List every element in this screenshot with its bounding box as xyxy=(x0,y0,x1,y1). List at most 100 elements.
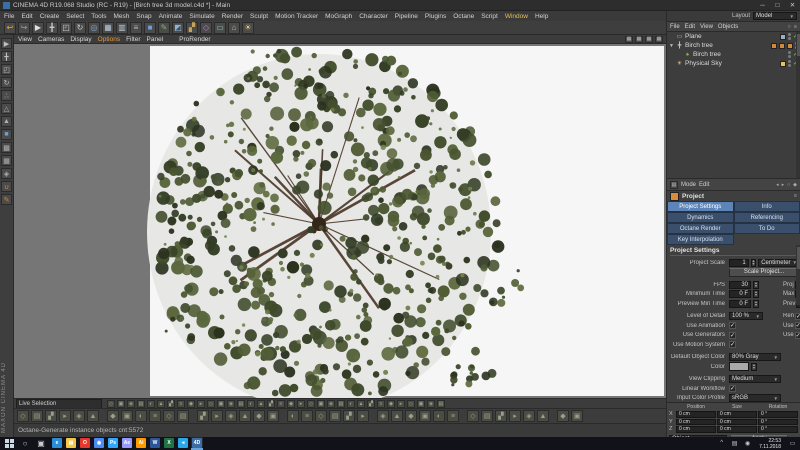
object-row-birch-tree[interactable]: ▼╋Birch tree xyxy=(667,41,800,50)
render-settings-icon[interactable]: ≡ xyxy=(130,22,142,34)
command-icon[interactable]: ◇ xyxy=(17,410,29,422)
menu-sculpt[interactable]: Sculpt xyxy=(250,13,268,20)
stepper-arrows[interactable]: ▲▼ xyxy=(751,259,756,267)
command-icon[interactable]: ▣ xyxy=(419,410,431,422)
viewport-menu-prorender[interactable]: ProRender xyxy=(179,36,210,43)
object-tag-icon[interactable] xyxy=(780,34,786,40)
tray-icon-2[interactable]: ◉ xyxy=(743,440,752,447)
array-icon[interactable]: ▞ xyxy=(186,22,198,34)
tray-icon-1[interactable]: ▤ xyxy=(730,440,739,447)
menu-edit[interactable]: Edit xyxy=(21,13,32,20)
mode-menu[interactable]: Mode xyxy=(681,182,696,188)
command-icon[interactable]: ▲ xyxy=(537,410,549,422)
command-icon[interactable]: ▤ xyxy=(481,410,493,422)
edges-mode-icon[interactable]: △ xyxy=(1,103,12,114)
taskbar-app-word[interactable]: W xyxy=(149,437,161,450)
four-views-icon[interactable]: ▦ xyxy=(635,36,643,43)
command-icon[interactable]: ▤ xyxy=(31,410,43,422)
command-icon[interactable]: ◈ xyxy=(225,410,237,422)
tab-to-do[interactable]: To Do xyxy=(734,223,800,234)
command-icon[interactable]: ≡ xyxy=(301,410,313,422)
command-icon[interactable]: ◐ xyxy=(287,410,299,422)
command-icon[interactable]: ≡ xyxy=(447,410,459,422)
object-row-physical-sky[interactable]: ☀Physical Sky✓ xyxy=(667,59,800,68)
palette-icon[interactable]: ▸ xyxy=(397,400,405,408)
command-icon[interactable]: ▲ xyxy=(391,410,403,422)
menu-plugins[interactable]: Plugins xyxy=(425,13,446,20)
render-visibility-dot[interactable] xyxy=(788,55,791,58)
taskbar-clock[interactable]: 22:53 7.11.2018 xyxy=(759,438,781,450)
dropdown[interactable]: Medium▼ xyxy=(729,375,781,383)
menu-animate[interactable]: Animate xyxy=(159,13,183,20)
viewport-menu-display[interactable]: Display xyxy=(70,36,91,43)
command-icon[interactable]: ◇ xyxy=(163,410,175,422)
collapse-icon[interactable]: ▼ xyxy=(669,43,674,49)
command-icon[interactable]: ▣ xyxy=(267,410,279,422)
tab-info[interactable]: Info xyxy=(734,201,800,212)
cube-primitive-icon[interactable]: ■ xyxy=(144,22,156,34)
scale-icon[interactable]: ◰ xyxy=(60,22,72,34)
taskbar-app-illustrator[interactable]: Ai xyxy=(135,437,147,450)
command-icon[interactable]: ▲ xyxy=(87,410,99,422)
checkbox[interactable]: ✓ xyxy=(729,322,736,329)
maximize-button[interactable]: □ xyxy=(770,2,785,9)
attribute-panel-icon[interactable]: ▤ xyxy=(670,181,678,189)
palette-icon[interactable]: ▞ xyxy=(267,400,275,408)
palette-icon[interactable]: ▣ xyxy=(317,400,325,408)
coord-field-z-1[interactable]: 0 cm xyxy=(717,426,757,433)
menu-simulate[interactable]: Simulate xyxy=(189,13,214,20)
attr-menu-icon[interactable]: ≡ xyxy=(794,193,797,199)
om-menu-edit[interactable]: Edit xyxy=(685,24,695,30)
dropdown[interactable]: Centimeter▼ xyxy=(758,259,800,267)
coord-field-z-2[interactable]: 0 ° xyxy=(758,426,798,433)
object-row-plane[interactable]: ▭Plane✓ xyxy=(667,32,800,41)
palette-icon[interactable]: ◈ xyxy=(227,400,235,408)
palette-icon[interactable]: ◐ xyxy=(147,400,155,408)
coord-field-x-2[interactable]: 0 ° xyxy=(758,411,798,418)
palette-icon[interactable]: ▣ xyxy=(217,400,225,408)
command-icon[interactable]: ◈ xyxy=(523,410,535,422)
tab-key-interpolation[interactable]: Key Interpolation xyxy=(667,234,734,245)
menu-character[interactable]: Character xyxy=(359,13,388,20)
menu-window[interactable]: Window xyxy=(505,13,528,20)
menu-octane[interactable]: Octane xyxy=(453,13,474,20)
command-icon[interactable]: ▸ xyxy=(59,410,71,422)
tab-octane-render[interactable]: Octane Render xyxy=(667,223,734,234)
rotate-icon[interactable]: ↻ xyxy=(74,22,86,34)
tab-dynamics[interactable]: Dynamics xyxy=(667,212,734,223)
om-menu-view[interactable]: View xyxy=(700,24,713,30)
menu-create[interactable]: Create xyxy=(40,13,60,20)
command-icon[interactable]: ◆ xyxy=(253,410,265,422)
history-back-icon[interactable]: ◂ xyxy=(776,182,779,188)
object-tag-icon[interactable] xyxy=(771,43,777,49)
scale-tool-icon[interactable]: ◰ xyxy=(1,64,12,75)
render-view-icon[interactable]: ▦ xyxy=(102,22,114,34)
menu-snap[interactable]: Snap xyxy=(136,13,151,20)
viewport-canvas[interactable] xyxy=(14,44,666,398)
palette-icon[interactable]: ≡ xyxy=(277,400,285,408)
checkbox[interactable]: ✓ xyxy=(795,332,800,339)
light-icon[interactable]: ☀ xyxy=(242,22,254,34)
camera-icon[interactable]: ⌂ xyxy=(228,22,240,34)
palette-icon[interactable]: ▤ xyxy=(237,400,245,408)
selection-tool-icon[interactable]: ▶ xyxy=(1,38,12,49)
close-button[interactable]: ✕ xyxy=(785,1,800,9)
command-icon[interactable]: ◐ xyxy=(135,410,147,422)
polygons-mode-icon[interactable]: ▲ xyxy=(1,116,12,127)
om-search-icon[interactable]: ○ xyxy=(787,24,790,30)
command-icon[interactable]: ▣ xyxy=(571,410,583,422)
viewport-menu-options[interactable]: Options xyxy=(98,36,120,43)
spline-pen-icon[interactable]: ✎ xyxy=(158,22,170,34)
render-visibility-dot[interactable] xyxy=(788,64,791,67)
redo-icon[interactable]: ↪ xyxy=(18,22,30,34)
command-icon[interactable]: ≡ xyxy=(149,410,161,422)
palette-icon[interactable]: ◇ xyxy=(207,400,215,408)
dropdown[interactable]: 100 %▼ xyxy=(729,312,763,320)
coord-field-y-2[interactable]: 0 ° xyxy=(758,419,798,426)
palette-icon[interactable]: ▲ xyxy=(157,400,165,408)
palette-icon[interactable]: ◇ xyxy=(107,400,115,408)
taskbar-app-cinema4d[interactable]: 4D xyxy=(191,437,203,450)
palette-icon[interactable]: ▣ xyxy=(117,400,125,408)
start-button[interactable] xyxy=(4,438,15,449)
render-visibility-dot[interactable] xyxy=(788,37,791,40)
